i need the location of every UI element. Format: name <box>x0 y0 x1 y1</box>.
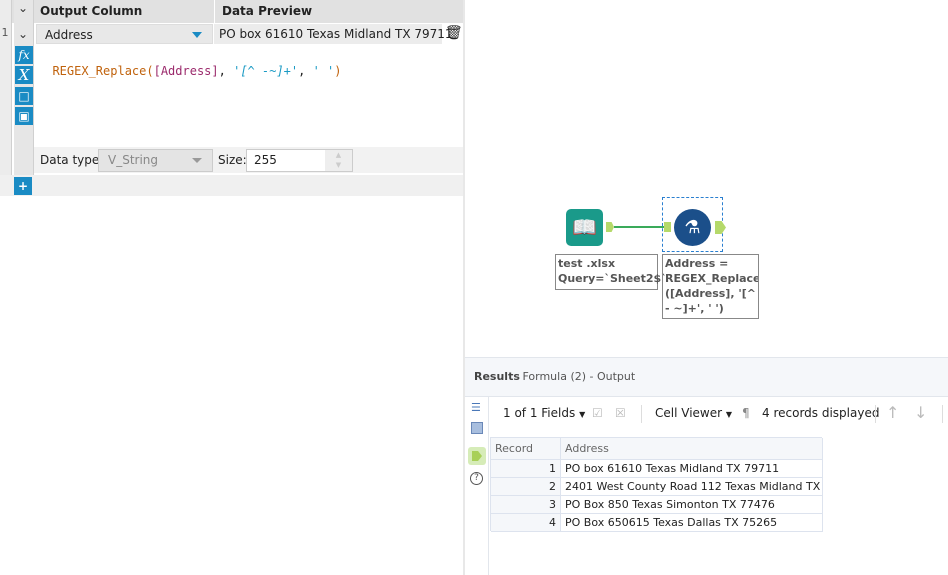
formula-output-anchor[interactable] <box>715 221 726 234</box>
size-stepper[interactable]: ▲ ▼ <box>325 150 352 171</box>
data-type-dropdown[interactable]: V_String <box>98 149 213 172</box>
expr-sep: , <box>298 64 313 78</box>
fields-selector[interactable]: 1 of 1 Fields ▼ <box>503 406 585 420</box>
results-table: Record Address 1 PO box 61610 Texas Midl… <box>490 437 823 532</box>
output-column-value: Address <box>45 28 93 42</box>
deselect-all-icon[interactable]: ☒ <box>615 406 626 420</box>
data-type-value: V_String <box>108 153 159 167</box>
select-all-checkbox-icon[interactable]: ☑ <box>592 406 603 420</box>
row-chevron-icon[interactable]: ⌄ <box>18 27 28 41</box>
dropdown-arrow-icon: ▼ <box>579 410 586 419</box>
dropdown-arrow-icon: ▼ <box>725 410 733 419</box>
results-side-strip: ☰ ? <box>465 397 489 575</box>
size-value: 255 <box>254 153 277 167</box>
metadata-list-icon[interactable]: ☰ <box>471 401 481 414</box>
cell-viewer-label: Cell Viewer <box>655 406 723 420</box>
record-cell[interactable]: 2 <box>491 478 561 496</box>
expr-replacement: ' ' <box>312 64 335 78</box>
formula-tool-annotation: Address = REGEX_Replace ([Address], '[^ … <box>662 254 759 319</box>
add-field-plus-icon[interactable]: + <box>14 177 32 195</box>
fx-functions-icon[interactable]: fx <box>15 46 33 64</box>
row-index: 1 <box>1 26 9 39</box>
records-count: 4 records displayed <box>762 406 880 420</box>
connection-line <box>614 226 664 228</box>
address-cell[interactable]: PO Box 650615 Texas Dallas TX 75265 <box>561 514 823 532</box>
results-header: Results - Formula (2) - Output <box>465 357 948 397</box>
record-cell[interactable]: 1 <box>491 460 561 478</box>
output-column-dropdown[interactable]: Address <box>36 24 213 44</box>
open-folder-icon[interactable]: □ <box>15 87 33 105</box>
fields-label: 1 of 1 Fields <box>503 406 576 420</box>
input-anchor-view-icon[interactable] <box>471 422 483 434</box>
data-preview-header: Data Preview <box>222 4 313 18</box>
header-chevron-icon[interactable]: ⌄ <box>18 1 28 15</box>
record-cell[interactable]: 4 <box>491 514 561 532</box>
formula-tool[interactable]: ⚗ <box>674 209 711 246</box>
help-icon[interactable]: ? <box>470 472 483 485</box>
input-data-tool[interactable]: 📖 <box>566 209 603 246</box>
arrow-up-icon[interactable]: ↑ <box>886 403 899 422</box>
dropdown-arrow-icon <box>192 32 202 38</box>
output-column-header: Output Column <box>40 4 143 18</box>
delete-trash-icon[interactable]: 🗑 <box>445 25 463 41</box>
expr-sep: , <box>218 64 234 78</box>
dropdown-arrow-icon <box>192 158 202 163</box>
expr-pattern: '[^ -~]+' <box>233 64 299 78</box>
save-icon[interactable]: ▣ <box>15 107 33 125</box>
workflow-canvas[interactable]: 📖 ⚗ test .xlsx Query=`Sheet2$` Address =… <box>465 0 948 357</box>
data-preview-value: PO box 61610 Texas Midland TX 79711 <box>219 27 453 41</box>
column-header-address[interactable]: Address <box>561 438 823 460</box>
column-header-record[interactable]: Record <box>491 438 561 460</box>
expression-editor[interactable]: REGEX_Replace([Address], '[^ -~]+', ' ') <box>38 50 458 145</box>
address-cell[interactable]: PO Box 850 Texas Simonton TX 77476 <box>561 496 823 514</box>
output-anchor-view-icon[interactable] <box>468 447 486 465</box>
input-label-line1: test .xlsx <box>558 257 616 270</box>
address-cell[interactable]: 2401 West County Road 112 Texas Midland … <box>561 478 823 496</box>
size-input[interactable]: 255 ▲ ▼ <box>246 149 353 172</box>
address-cell[interactable]: PO box 61610 Texas Midland TX 79711 <box>561 460 823 478</box>
expr-close: ) <box>334 64 342 78</box>
input-tool-annotation: test .xlsx Query=`Sheet2$` <box>555 254 667 290</box>
arrow-down-icon[interactable]: ↓ <box>914 403 927 422</box>
results-title: Results <box>474 370 520 383</box>
data-type-label: Data type: <box>40 153 104 167</box>
size-label: Size: <box>218 153 247 167</box>
output-anchor[interactable] <box>606 222 614 232</box>
add-row <box>0 175 463 196</box>
record-cell[interactable]: 3 <box>491 496 561 514</box>
results-subtitle: - Formula (2) - Output <box>515 370 636 383</box>
input-label-line2: Query=`Sheet2$` <box>558 272 667 285</box>
pilcrow-icon[interactable]: ¶ <box>742 406 750 420</box>
variables-x-icon[interactable]: X <box>15 66 33 84</box>
formula-panel: ⌵ ⌄ ⌄ Output Column Data Preview 1 Addre… <box>0 0 463 575</box>
expr-field: [Address] <box>153 64 219 78</box>
cell-viewer-selector[interactable]: Cell Viewer ▼ <box>655 406 732 420</box>
expr-function: REGEX_Replace( <box>52 64 154 78</box>
